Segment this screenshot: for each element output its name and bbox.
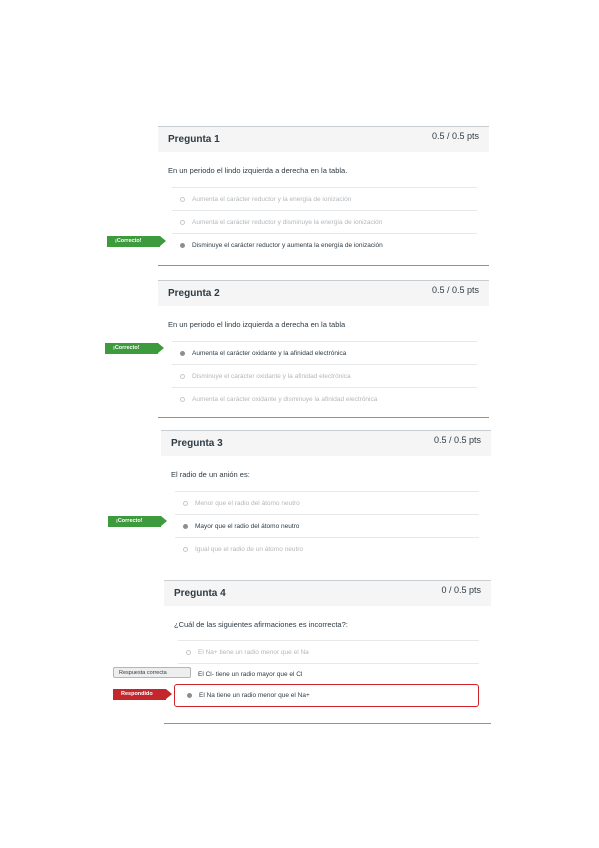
question-header: Pregunta 2 0.5 / 0.5 pts [158, 280, 489, 306]
answer-option-selected[interactable]: Aumenta el carácter oxidante y la afinid… [172, 341, 477, 364]
radio-icon[interactable] [180, 196, 185, 202]
radio-icon[interactable] [186, 649, 191, 655]
radio-icon[interactable] [180, 219, 185, 225]
radio-icon[interactable] [183, 546, 188, 552]
answer-option[interactable]: Aumenta el carácter reductor y la energí… [172, 187, 477, 210]
radio-selected-icon[interactable] [180, 242, 185, 248]
question-header: Pregunta 1 0.5 / 0.5 pts [158, 126, 489, 152]
answer-label: El Na+ tiene un radio menor que el Na [198, 648, 309, 656]
answer-label: Aumenta el carácter reductor y la energí… [192, 195, 352, 203]
answer-list: Aumenta el carácter reductor y la energí… [172, 187, 477, 256]
question-title: Pregunta 1 [168, 134, 220, 145]
question-points: 0.5 / 0.5 pts [431, 131, 479, 141]
correct-tag: ¡Correcto! [107, 236, 166, 247]
answer-label: Disminuye el carácter oxidante y la afin… [192, 372, 351, 380]
question-title: Pregunta 2 [168, 288, 220, 299]
answer-option-selected[interactable]: Disminuye el carácter reductor y aumenta… [172, 233, 477, 256]
answer-option[interactable]: Menor que el radio del átomo neutro [175, 491, 479, 514]
answer-option[interactable]: El Na+ tiene un radio menor que el Na [178, 640, 479, 663]
answer-list: Menor que el radio del átomo neutro Mayo… [175, 491, 479, 560]
question-title: Pregunta 3 [171, 438, 223, 449]
divider [158, 417, 489, 418]
question-text: En un periodo el lindo izquierda a derec… [168, 166, 348, 175]
radio-icon[interactable] [183, 500, 188, 506]
answer-list: Aumenta el carácter oxidante y la afinid… [172, 341, 477, 410]
radio-icon[interactable] [180, 373, 185, 379]
answered-tag: Respondido [113, 689, 172, 700]
answer-label: El Cl- tiene un radio mayor que el Cl [198, 670, 303, 678]
answer-option-correct[interactable]: El Cl- tiene un radio mayor que el Cl [178, 663, 479, 684]
question-2: Pregunta 2 0.5 / 0.5 pts En un periodo e… [158, 280, 489, 420]
answer-option[interactable]: Aumenta el carácter reductor y disminuye… [172, 210, 477, 233]
radio-selected-icon[interactable] [183, 523, 188, 529]
question-text: En un periodo el lindo izquierda a derec… [168, 320, 346, 329]
answer-label: Aumenta el carácter oxidante y disminuye… [192, 395, 378, 403]
question-text: El radio de un anión es: [171, 470, 250, 479]
answer-option[interactable]: Igual que el radio de un átomo neutro [175, 537, 479, 560]
answer-label: Disminuye el carácter reductor y aumenta… [192, 241, 383, 249]
answer-label: Menor que el radio del átomo neutro [195, 499, 300, 507]
answer-label: Aumenta el carácter oxidante y la afinid… [192, 349, 347, 357]
answer-list: El Na+ tiene un radio menor que el Na El… [174, 640, 479, 707]
answer-option-answered[interactable]: El Na tiene un radio menor que el Na+ [174, 684, 479, 707]
question-points: 0.5 / 0.5 pts [431, 285, 479, 295]
question-points: 0.5 / 0.5 pts [433, 435, 481, 445]
question-header: Pregunta 3 0.5 / 0.5 pts [161, 430, 491, 456]
answer-option[interactable]: Aumenta el carácter oxidante y disminuye… [172, 387, 477, 410]
question-title: Pregunta 4 [174, 588, 226, 599]
answer-label: Mayor que el radio del átomo neutro [195, 522, 300, 530]
radio-selected-icon[interactable] [187, 693, 192, 698]
divider [164, 723, 491, 724]
question-1: Pregunta 1 0.5 / 0.5 pts En un periodo e… [158, 126, 489, 266]
answer-label: Aumenta el carácter reductor y disminuye… [192, 218, 383, 226]
radio-selected-icon[interactable] [180, 350, 185, 356]
question-4: Pregunta 4 0 / 0.5 pts ¿Cuál de las sigu… [164, 580, 491, 724]
divider [158, 265, 489, 266]
correct-tag: ¡Correcto! [108, 516, 167, 527]
question-header: Pregunta 4 0 / 0.5 pts [164, 580, 491, 606]
answer-label: Igual que el radio de un átomo neutro [195, 545, 304, 553]
answer-label: El Na tiene un radio menor que el Na+ [199, 692, 310, 699]
answer-option[interactable]: Disminuye el carácter oxidante y la afin… [172, 364, 477, 387]
radio-icon[interactable] [180, 396, 185, 402]
correct-tag: ¡Correcto! [105, 343, 164, 354]
question-points: 0 / 0.5 pts [441, 585, 481, 595]
question-text: ¿Cuál de las siguientes afirmaciones es … [174, 620, 348, 629]
answer-option-selected[interactable]: Mayor que el radio del átomo neutro [175, 514, 479, 537]
question-3: Pregunta 3 0.5 / 0.5 pts El radio de un … [161, 430, 491, 570]
correct-answer-tag: Respuesta correcta [113, 667, 191, 678]
